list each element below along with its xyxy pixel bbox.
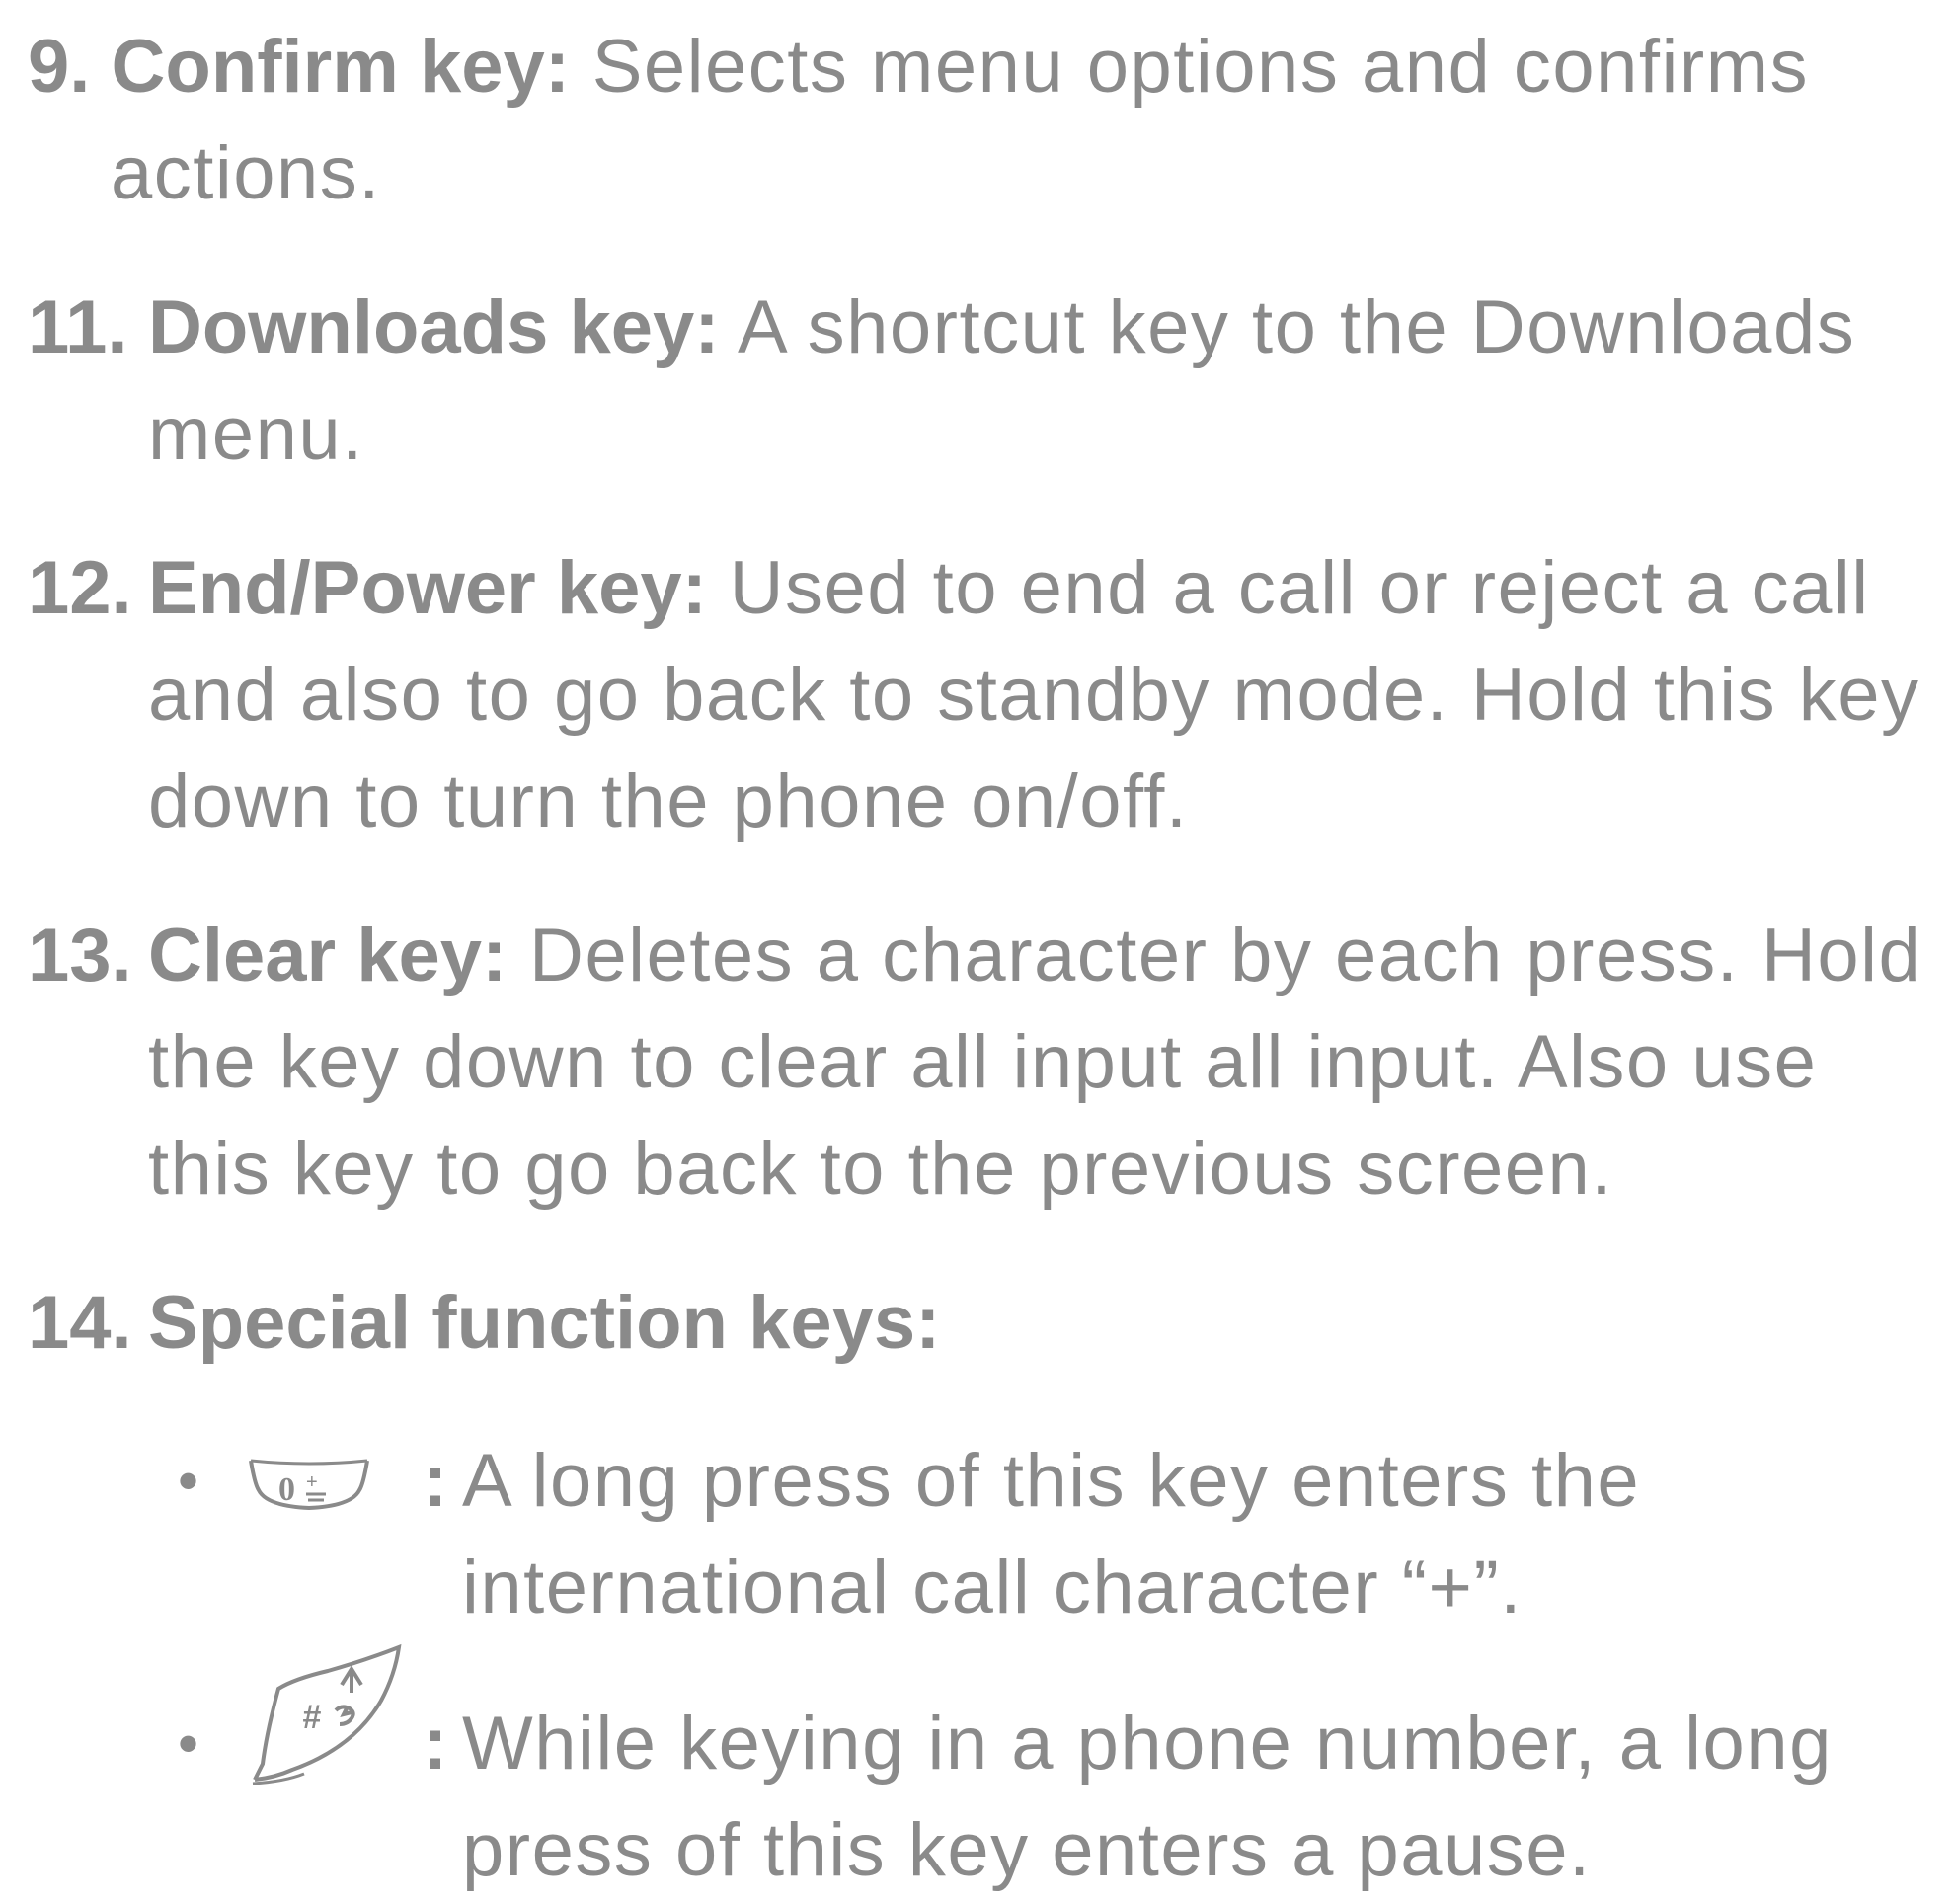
zero-plus-key-icon: 0 + (245, 1444, 373, 1550)
list-item-body: Downloads key: A shortcut key to the Dow… (28, 275, 1855, 488)
list-item-special-function-keys: 14. Special function keys: (28, 1270, 940, 1377)
list-item-body: 9. Confirm key: Selects menu options and… (28, 14, 1809, 227)
list-item-end-power-key: 12. End/Power key: Used to end a call or… (28, 535, 1919, 855)
term-label: Downloads key: (148, 285, 720, 369)
item-number: 13. (28, 913, 132, 997)
list-item-confirm-key: 9. Confirm key: Selects menu options and… (28, 14, 1809, 227)
special-key-zero-plus: • 0 + : A long press of this key enters … (148, 1428, 1640, 1641)
list-item-clear-key: 13. Clear key: Deletes a character by ea… (28, 903, 1921, 1223)
item-number: 12. (28, 546, 132, 630)
bullet: • (178, 1710, 200, 1777)
term-label: 9. Confirm key: (28, 25, 571, 109)
list-item-downloads-key: 11. Downloads key: A shortcut key to the… (28, 275, 1855, 488)
list-item-body: Special function keys: (28, 1270, 940, 1377)
hash-key-icon: # (245, 1641, 413, 1818)
list-item-body: End/Power key: Used to end a call or rej… (28, 535, 1919, 855)
item-number: 9. (28, 25, 91, 109)
manual-page: 9. Confirm key: Selects menu options and… (28, 0, 1943, 1892)
bullet: • (178, 1448, 200, 1514)
term-label: Special function keys: (148, 1281, 941, 1365)
svg-text:#: # (302, 1699, 322, 1736)
item-number: 14. (28, 1281, 132, 1365)
term-label: Clear key: (148, 913, 508, 997)
colon: : (423, 1439, 449, 1523)
item-number: 11. (28, 285, 128, 369)
svg-text:+: + (306, 1471, 319, 1493)
list-item-body: Clear key: Deletes a character by each p… (28, 903, 1921, 1223)
svg-text:0: 0 (278, 1471, 297, 1508)
special-key-hash: • # : While keying in a phone number, a … (148, 1643, 1833, 1904)
term-label: End/Power key: (148, 546, 707, 630)
colon: : (423, 1702, 449, 1785)
